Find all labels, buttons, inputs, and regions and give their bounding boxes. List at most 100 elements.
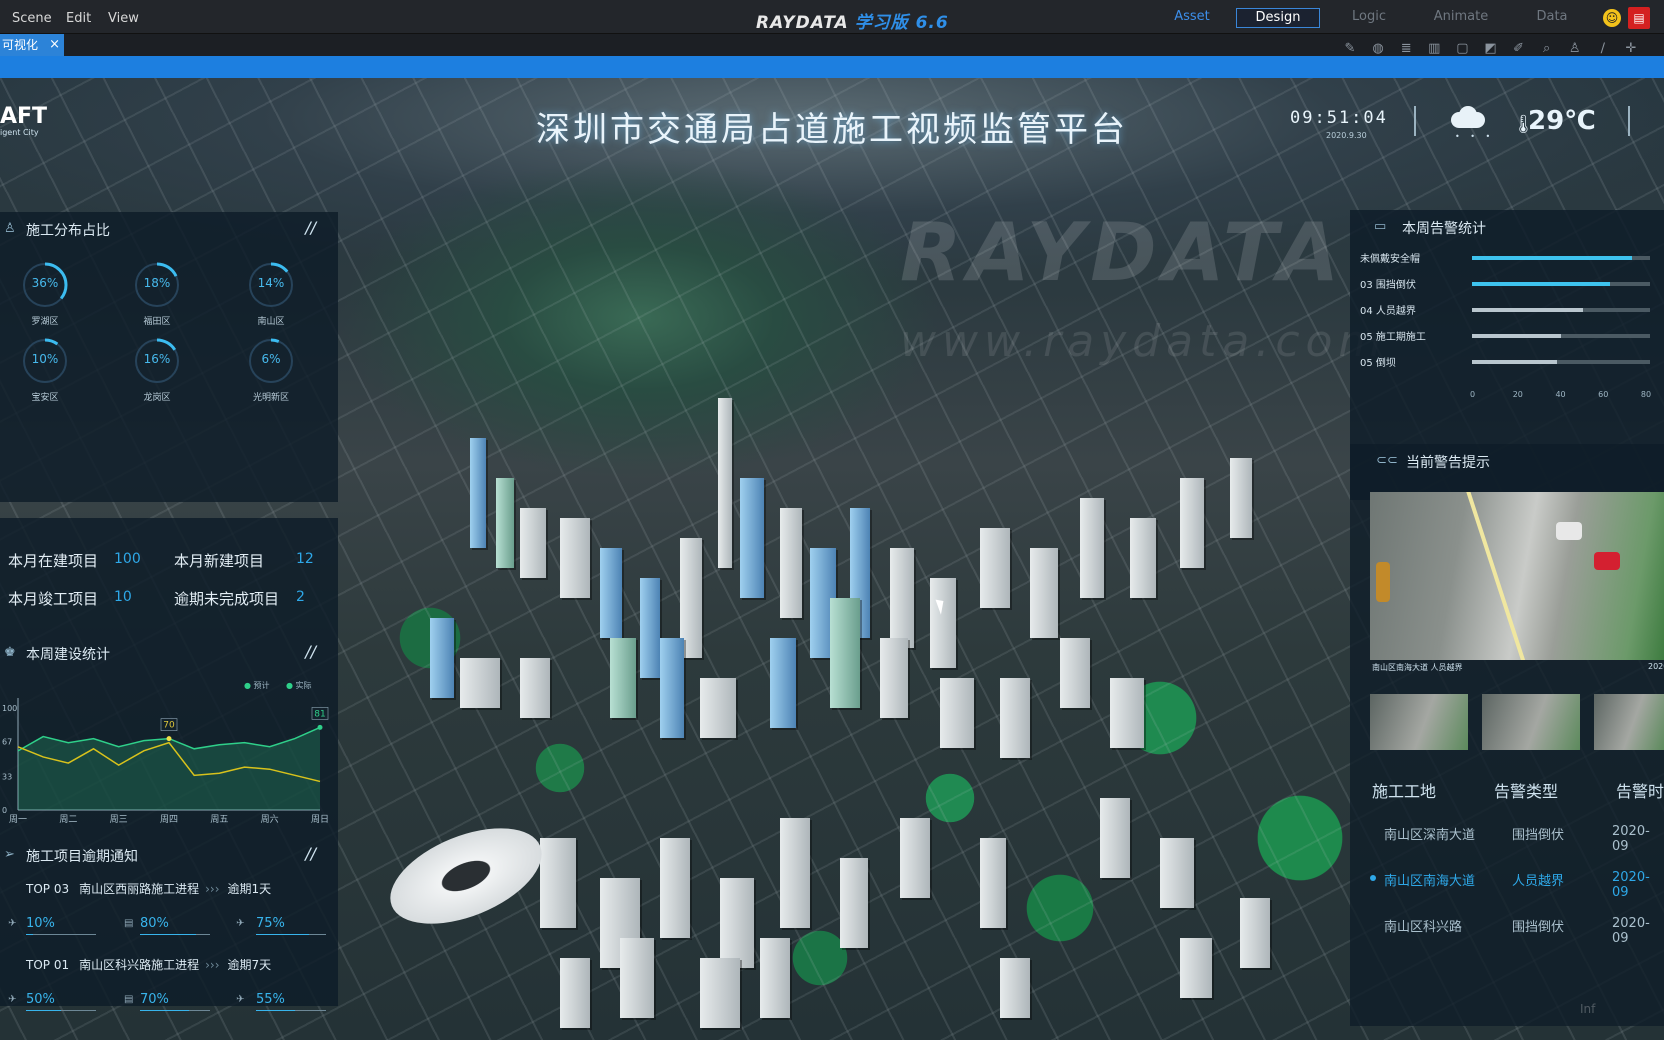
building	[830, 598, 860, 708]
globe-icon[interactable]: ◍	[1370, 41, 1386, 57]
alarm-label: 05 施工期施工	[1360, 332, 1426, 343]
mode-design[interactable]: Design	[1236, 8, 1320, 28]
search-icon[interactable]: ⌕	[1539, 41, 1555, 57]
brand-logo: RAYDATA 学习版 6.6	[756, 13, 949, 33]
table-cell[interactable]: 2020-09	[1612, 824, 1664, 854]
building	[520, 508, 546, 578]
alarm-bar	[1472, 256, 1633, 260]
left-lower-panel: 本月在建项目 100 本月新建项目 12 本月竣工项目 10 逾期未完成项目 2…	[0, 518, 338, 1011]
scene-tab-label: 可视化	[2, 38, 39, 52]
building	[1180, 938, 1212, 998]
table-cell[interactable]: 南山区深南大道	[1384, 824, 1475, 843]
building	[1240, 898, 1270, 968]
person-icon[interactable]: ♙	[1567, 41, 1583, 57]
menu-edit[interactable]: Edit	[66, 11, 91, 26]
smiley-icon[interactable]: ☺	[1603, 9, 1621, 27]
annotation-point	[166, 736, 172, 742]
building	[780, 818, 810, 928]
building	[890, 548, 914, 648]
building	[610, 638, 636, 718]
table-cell[interactable]: 人员越界	[1512, 870, 1564, 889]
building-icon[interactable]: ▥	[1426, 41, 1442, 57]
x-tick-label: 周二	[59, 814, 77, 825]
mode-data[interactable]: Data	[1510, 8, 1594, 28]
building	[460, 658, 500, 708]
overdue-metric: 80%	[140, 916, 169, 931]
clipboard-icon: ▤	[124, 918, 134, 929]
alarm-axis-tick: 40	[1555, 390, 1566, 399]
stat-value: 100	[114, 551, 141, 567]
menu-view[interactable]: View	[108, 11, 139, 26]
gradient-icon[interactable]: ◩	[1482, 41, 1498, 57]
alarm-axis-tick: 0	[1470, 390, 1476, 399]
building	[1030, 548, 1058, 638]
building	[520, 658, 550, 718]
camera-thumbnail[interactable]	[1594, 694, 1664, 750]
mode-asset[interactable]: Asset	[1150, 8, 1234, 28]
scene-tab[interactable]: 可视化 ×	[0, 34, 64, 56]
car	[1556, 522, 1582, 540]
building	[1130, 518, 1156, 598]
panel-title: 施工项目逾期通知	[26, 849, 138, 865]
document-icon[interactable]: ▤	[1628, 7, 1650, 29]
building	[880, 638, 908, 718]
table-cell[interactable]: 南山区科兴路	[1384, 916, 1462, 935]
building	[1060, 638, 1090, 708]
metric-underline	[26, 934, 96, 935]
ring-percent: 14%	[257, 276, 285, 290]
table-cell[interactable]: 2020-09	[1612, 916, 1664, 946]
viewport-header-strip	[0, 56, 1664, 78]
table-cell[interactable]: 围挡倒伏	[1512, 916, 1564, 935]
camera-thumbnail[interactable]	[1482, 694, 1580, 750]
layers-icon[interactable]: ≣	[1398, 41, 1414, 57]
building	[540, 838, 576, 928]
clock-date: 2020.9.30	[1326, 131, 1367, 140]
camera-thumbnail[interactable]	[1370, 694, 1468, 750]
camera-feed[interactable]	[1370, 492, 1664, 660]
table-cell[interactable]: 2020-09	[1612, 870, 1664, 900]
ring-percent: 10%	[31, 352, 59, 366]
edit-icon[interactable]: ✐	[1511, 41, 1527, 57]
table-cell[interactable]: 南山区南海大道	[1384, 870, 1475, 889]
overdue-status: 逾期7天	[227, 958, 272, 972]
overdue-metric: 70%	[140, 992, 169, 1007]
overdue-item[interactable]: TOP 03 南山区西丽路施工进程 ››› 逾期1天	[26, 880, 326, 897]
mode-animate[interactable]: Animate	[1419, 8, 1503, 28]
building	[770, 638, 796, 728]
pen-icon[interactable]: ∕	[1595, 41, 1611, 57]
overdue-item[interactable]: TOP 01 南山区科兴路施工进程 ››› 逾期7天	[26, 956, 326, 973]
monitor-icon: ▭	[1374, 219, 1387, 234]
menubar: Scene Edit View RAYDATA 学习版 6.6 Asset Des…	[0, 0, 1664, 34]
x-tick-label: 周一	[9, 814, 27, 825]
scene-viewport[interactable]: AFT igent City 深圳市交通局占道施工视频监管平台 09:51:04…	[0, 78, 1664, 1040]
stat-label: 逾期未完成项目	[174, 590, 280, 608]
menu-scene[interactable]: Scene	[12, 11, 52, 26]
panel-header: ➢ 施工项目逾期通知 //	[0, 838, 338, 872]
move-icon[interactable]: ✛	[1623, 41, 1639, 57]
building	[930, 578, 956, 668]
mode-logic[interactable]: Logic	[1327, 8, 1411, 28]
distribution-ring: 36%	[20, 260, 70, 310]
stat-value: 12	[296, 551, 314, 567]
slash-icon: //	[305, 218, 316, 237]
frame-icon[interactable]: ▢	[1454, 41, 1470, 57]
y-tick-label: 100	[2, 704, 17, 713]
x-tick-label: 周三	[110, 814, 128, 825]
stat-label: 本月在建项目	[8, 552, 99, 570]
ring-percent: 16%	[143, 352, 171, 366]
building	[600, 548, 622, 638]
building	[1110, 678, 1144, 748]
watermark-url: www.raydata.com	[900, 316, 1388, 367]
close-icon[interactable]: ×	[49, 34, 60, 56]
brush-icon[interactable]: ✎	[1342, 41, 1358, 57]
ring-percent: 36%	[31, 276, 59, 290]
alarm-bar	[1472, 360, 1557, 364]
camera-caption: 南山区南海大道 人员越界	[1372, 663, 1463, 672]
overdue-metric: 50%	[26, 992, 55, 1007]
panel-title: 本周建设统计	[26, 647, 110, 663]
building	[640, 578, 660, 678]
table-cell[interactable]: 围挡倒伏	[1512, 824, 1564, 843]
plane-icon: ✈	[236, 918, 245, 929]
building	[560, 958, 590, 1028]
slash-icon: //	[305, 642, 316, 661]
